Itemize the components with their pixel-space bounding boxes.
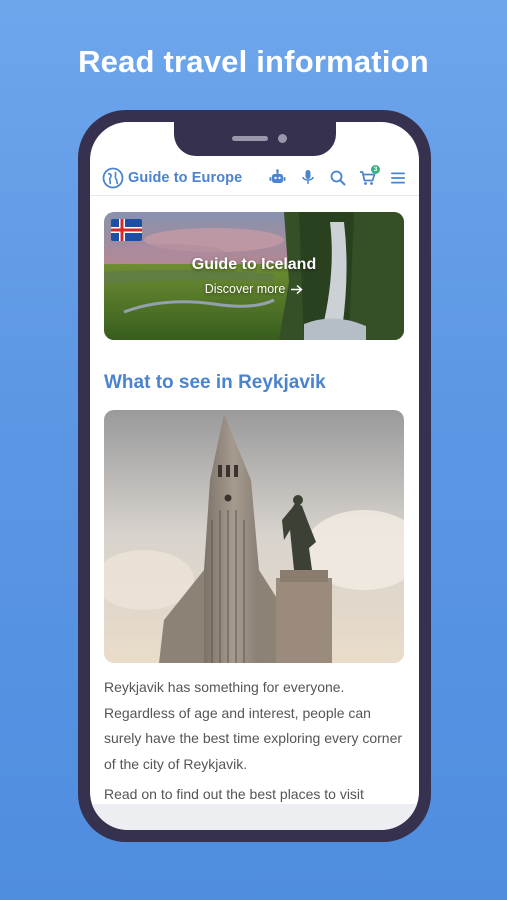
waterfall-landscape-image xyxy=(104,212,404,340)
reykjavik-church-image xyxy=(104,410,404,663)
discover-more-label: Discover more xyxy=(204,282,286,296)
microphone-icon xyxy=(301,170,314,184)
menu-icon xyxy=(390,172,405,183)
discover-more-link[interactable]: Discover more xyxy=(104,282,404,296)
menu-button[interactable] xyxy=(388,168,407,187)
speaker xyxy=(232,136,268,141)
arrow-right-icon xyxy=(291,284,303,294)
article-paragraph-1: Reykjavik has something for everyone. Re… xyxy=(104,679,403,772)
app-name: Guide to Europe xyxy=(128,169,243,186)
voice-button[interactable] xyxy=(298,168,317,187)
robot-button[interactable] xyxy=(268,168,287,187)
iceland-guide-banner[interactable]: Guide to Iceland Discover more xyxy=(104,212,404,340)
phone-screen: Guide to Europe 3 Guide to Iceland Disco… xyxy=(90,122,419,830)
front-camera xyxy=(278,134,287,143)
iceland-flag-icon xyxy=(111,219,142,241)
hallgrimskirkja-photo xyxy=(104,410,404,663)
promo-headline: Read travel information xyxy=(78,44,429,79)
search-button[interactable] xyxy=(328,168,347,187)
app-logo[interactable]: Guide to Europe xyxy=(102,167,242,189)
globe-logo-icon xyxy=(102,167,124,188)
phone-notch xyxy=(174,122,336,156)
header-toolbar: 3 xyxy=(268,165,407,187)
section-title: What to see in Reykjavik xyxy=(104,372,326,393)
phone-frame: Guide to Europe 3 Guide to Iceland Disco… xyxy=(78,110,431,842)
banner-title: Guide to Iceland xyxy=(191,256,317,273)
robot-icon xyxy=(269,169,286,183)
search-icon xyxy=(330,170,345,185)
cart-button[interactable]: 3 xyxy=(358,165,380,187)
app-header: Guide to Europe 3 xyxy=(90,160,419,196)
cart-count-badge: 3 xyxy=(371,165,380,174)
bottom-browser-bar xyxy=(90,804,419,830)
